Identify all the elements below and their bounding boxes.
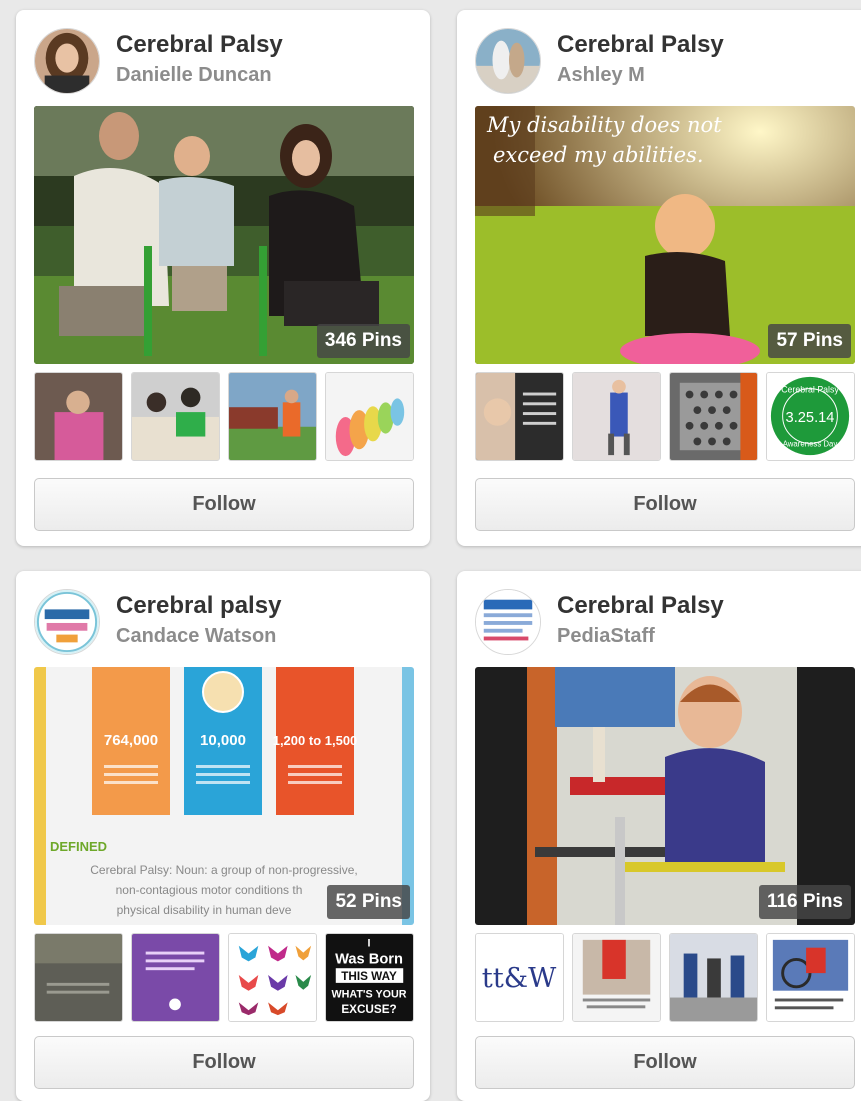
board-owner[interactable]: Danielle Duncan: [116, 64, 272, 87]
board-title[interactable]: Cerebral palsy: [116, 592, 281, 620]
pin-thumbnail[interactable]: tt&W: [475, 933, 564, 1022]
infographic-heading: DEFINED: [50, 839, 107, 854]
board-header[interactable]: Cerebral Palsy Ashley M: [475, 28, 861, 98]
pin-thumbnail[interactable]: [572, 372, 661, 461]
pin-thumbnail[interactable]: [34, 933, 123, 1022]
stat-value: 1,200 to 1,500: [273, 733, 358, 748]
thumbnail-strip: tt&W: [475, 933, 855, 1023]
pin-thumbnail[interactable]: [34, 372, 123, 461]
board-cover-image[interactable]: 116 Pins: [475, 667, 855, 925]
pin-thumbnail[interactable]: [131, 933, 220, 1022]
board-title[interactable]: Cerebral Palsy: [557, 31, 724, 59]
cover-quote-line: My disability does not: [486, 113, 722, 137]
cover-quote-line: exceed my abilities.: [493, 143, 704, 167]
pin-thumbnail[interactable]: [228, 933, 317, 1022]
thumbnail-strip: Cerebral Palsy 3.25.14 Awareness Day: [475, 372, 855, 462]
thumbnail-strip: I Was Born THIS WAY WHAT'S YOUR EXCUSE?: [34, 933, 414, 1023]
thumb-text: I: [368, 938, 371, 950]
pin-thumbnail[interactable]: [325, 372, 414, 461]
board-owner[interactable]: Ashley M: [557, 64, 645, 87]
follow-button[interactable]: Follow: [34, 1036, 414, 1089]
board-title[interactable]: Cerebral Palsy: [557, 592, 724, 620]
pin-count-badge: 116 Pins: [758, 885, 851, 919]
board-header[interactable]: Cerebral palsy Candace Watson: [34, 589, 420, 659]
pin-thumbnail[interactable]: I Was Born THIS WAY WHAT'S YOUR EXCUSE?: [325, 933, 414, 1022]
board-title[interactable]: Cerebral Palsy: [116, 31, 283, 59]
infographic-definition: physical disability in human deve: [117, 903, 292, 917]
board-card[interactable]: Cerebral Palsy Danielle Duncan 346 Pins: [16, 10, 430, 546]
owner-avatar[interactable]: [34, 28, 100, 94]
board-card[interactable]: Cerebral Palsy Ashley M My disability do…: [457, 10, 861, 546]
thumb-text: WHAT'S YOUR: [331, 989, 406, 1001]
thumbnail-strip: [34, 372, 414, 462]
thumb-text: THIS WAY: [341, 970, 397, 983]
pin-thumbnail[interactable]: [766, 933, 855, 1022]
board-cover-image[interactable]: My disability does not exceed my abiliti…: [475, 106, 855, 364]
badge-text-bottom: Awareness Day: [783, 439, 838, 448]
pin-count-badge: 57 Pins: [768, 324, 851, 358]
pin-thumbnail[interactable]: [669, 372, 758, 461]
pin-thumbnail[interactable]: [228, 372, 317, 461]
pin-thumbnail[interactable]: [669, 933, 758, 1022]
infographic-definition: non-contagious motor conditions th: [116, 883, 303, 897]
follow-button[interactable]: Follow: [475, 478, 855, 531]
badge-text-top: Cerebral Palsy: [781, 385, 839, 395]
board-card[interactable]: Cerebral palsy Candace Watson 764,000 10…: [16, 571, 430, 1101]
pin-thumbnail[interactable]: Cerebral Palsy 3.25.14 Awareness Day: [766, 372, 855, 461]
thumb-text: Was Born: [335, 951, 403, 967]
pin-thumbnail[interactable]: [475, 372, 564, 461]
follow-button[interactable]: Follow: [475, 1036, 855, 1089]
pin-thumbnail[interactable]: [131, 372, 220, 461]
owner-avatar[interactable]: [475, 589, 541, 655]
board-card[interactable]: Cerebral Palsy PediaStaff 116 Pins tt&W: [457, 571, 861, 1101]
board-owner[interactable]: PediaStaff: [557, 625, 655, 648]
owner-avatar[interactable]: [34, 589, 100, 655]
thumb-text: tt&W: [482, 963, 557, 994]
board-owner[interactable]: Candace Watson: [116, 625, 276, 648]
infographic-definition: Cerebral Palsy: Noun: a group of non-pro…: [90, 863, 357, 877]
board-header[interactable]: Cerebral Palsy PediaStaff: [475, 589, 861, 659]
board-cover-image[interactable]: 764,000 10,000 1,200 to 1,500 DEFINED Ce…: [34, 667, 414, 925]
pin-count-badge: 346 Pins: [316, 324, 410, 358]
follow-button[interactable]: Follow: [34, 478, 414, 531]
badge-text-date: 3.25.14: [786, 410, 835, 426]
thumb-text: EXCUSE?: [341, 1003, 396, 1016]
board-cover-image[interactable]: 346 Pins: [34, 106, 414, 364]
pin-thumbnail[interactable]: [572, 933, 661, 1022]
pin-count-badge: 52 Pins: [327, 885, 410, 919]
stat-value: 764,000: [104, 732, 158, 749]
owner-avatar[interactable]: [475, 28, 541, 94]
stat-value: 10,000: [200, 732, 246, 749]
board-header[interactable]: Cerebral Palsy Danielle Duncan: [34, 28, 420, 98]
